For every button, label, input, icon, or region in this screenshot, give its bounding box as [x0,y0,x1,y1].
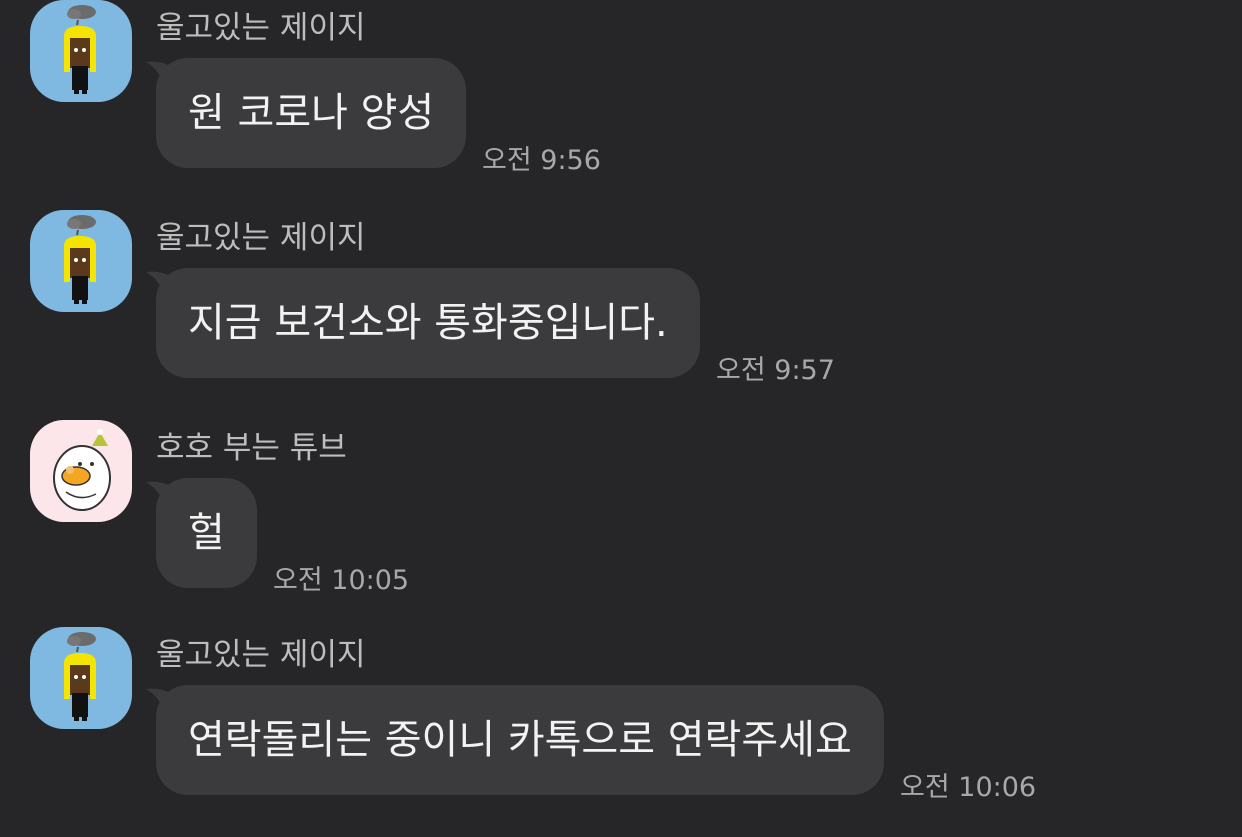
tube-icon [30,420,132,522]
sender-name: 울고있는 제이지 [156,220,366,256]
message-time: 오전 10:05 [273,565,410,596]
jay-g-avatar[interactable] [30,0,132,102]
tube-avatar[interactable] [30,420,132,522]
message-bubble[interactable]: 원 코로나 양성 [156,58,467,168]
sender-name: 호호 부는 튜브 [156,430,347,466]
message-row: 울고있는 제이지 연락돌리는 중이니 카톡으로 연락주세요 오전 10:06 [0,627,1242,827]
message-bubble[interactable]: 헐 [156,478,257,588]
sender-name: 울고있는 제이지 [156,637,366,673]
message-time: 오전 10:06 [900,772,1037,803]
jay-g-icon [30,0,132,102]
chat-message-list: 울고있는 제이지 원 코로나 양성 오전 9:56 울고있는 제이지 지금 보건… [0,0,1242,837]
jay-g-avatar[interactable] [30,210,132,312]
message-row: 호호 부는 튜브 헐 오전 10:05 [0,420,1242,620]
message-time: 오전 9:57 [716,355,835,386]
jay-g-avatar[interactable] [30,627,132,729]
message-time: 오전 9:56 [482,145,601,176]
message-row: 울고있는 제이지 지금 보건소와 통화중입니다. 오전 9:57 [0,210,1242,410]
message-bubble[interactable]: 연락돌리는 중이니 카톡으로 연락주세요 [156,685,884,795]
jay-g-icon [30,210,132,312]
jay-g-icon [30,627,132,729]
message-row: 울고있는 제이지 원 코로나 양성 오전 9:56 [0,0,1242,200]
message-bubble[interactable]: 지금 보건소와 통화중입니다. [156,268,700,378]
sender-name: 울고있는 제이지 [156,10,366,46]
